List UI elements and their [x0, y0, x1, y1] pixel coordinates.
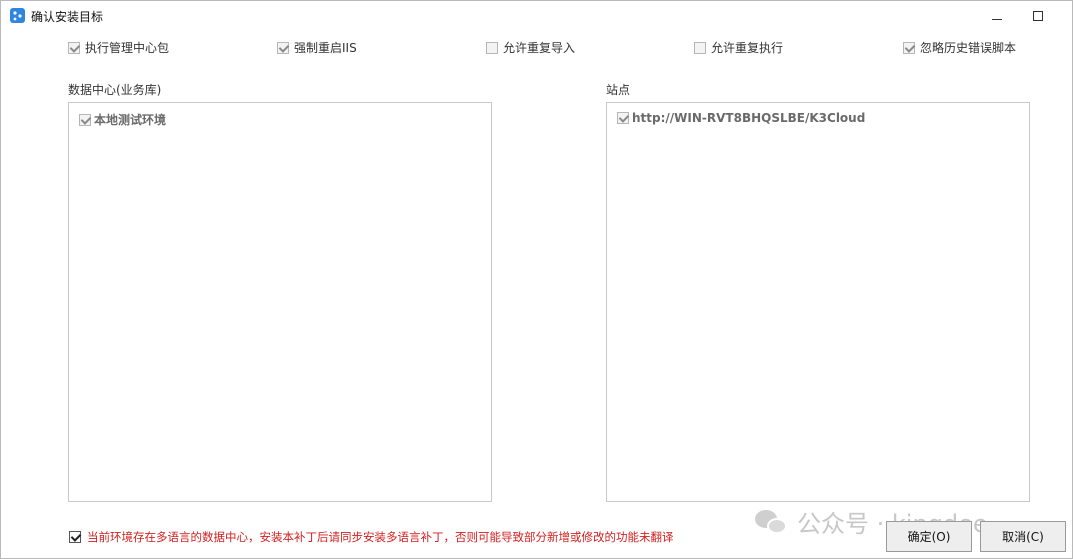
option-execute-mgmt-package[interactable]: 执行管理中心包	[68, 39, 169, 56]
minimize-icon	[992, 18, 1002, 20]
option-label: 强制重启IIS	[294, 41, 357, 55]
option-allow-repeat-execute[interactable]: 允许重复执行	[694, 39, 783, 56]
checkbox[interactable]	[903, 41, 915, 54]
option-ignore-history-error-scripts[interactable]: 忽略历史错误脚本	[903, 39, 1016, 56]
checkbox[interactable]	[79, 113, 91, 126]
checkbox[interactable]	[617, 112, 629, 124]
window-title: 确认安装目标	[31, 10, 104, 24]
sites-list[interactable]: http://WIN-RVT8BHQSLBE/K3Cloud	[606, 102, 1030, 502]
option-force-restart-iis[interactable]: 强制重启IIS	[277, 39, 357, 56]
title-bar: 确认安装目标	[1, 1, 1072, 31]
option-label: 允许重复导入	[503, 41, 576, 55]
datacenter-item[interactable]: 本地测试环境	[79, 111, 166, 128]
datacenter-label: 数据中心(业务库)	[68, 83, 162, 97]
datacenter-list[interactable]: 本地测试环境	[68, 102, 492, 502]
checkbox[interactable]	[277, 41, 289, 54]
site-item-label: http://WIN-RVT8BHQSLBE/K3Cloud	[632, 111, 866, 125]
warning-checkbox[interactable]	[69, 531, 81, 543]
checkbox[interactable]	[68, 41, 80, 54]
app-icon	[10, 8, 25, 23]
maximize-button[interactable]	[1024, 5, 1052, 27]
datacenter-item-label: 本地测试环境	[94, 113, 167, 127]
sites-label: 站点	[606, 83, 631, 97]
warning-text: 当前环境存在多语言的数据中心，安装本补丁后请同步安装多语言补丁，否则可能导致部分…	[87, 530, 674, 544]
ok-button[interactable]: 确定(O)	[886, 521, 972, 552]
option-label: 忽略历史错误脚本	[920, 41, 1017, 55]
multilanguage-warning[interactable]: 当前环境存在多语言的数据中心，安装本补丁后请同步安装多语言补丁，否则可能导致部分…	[69, 529, 674, 545]
checkbox[interactable]	[694, 41, 706, 54]
checkbox[interactable]	[486, 41, 498, 54]
minimize-button[interactable]	[983, 5, 1011, 27]
install-target-dialog: 确认安装目标 执行管理中心包 强制重启IIS 允许重复导入 允许重复执行 忽略历…	[0, 0, 1073, 559]
option-allow-repeat-import[interactable]: 允许重复导入	[486, 39, 575, 56]
cancel-button[interactable]: 取消(C)	[980, 521, 1066, 552]
option-label: 执行管理中心包	[85, 41, 170, 55]
option-label: 允许重复执行	[711, 41, 784, 55]
wechat-icon	[755, 508, 789, 536]
site-item[interactable]: http://WIN-RVT8BHQSLBE/K3Cloud	[617, 111, 865, 125]
maximize-icon	[1033, 11, 1043, 21]
